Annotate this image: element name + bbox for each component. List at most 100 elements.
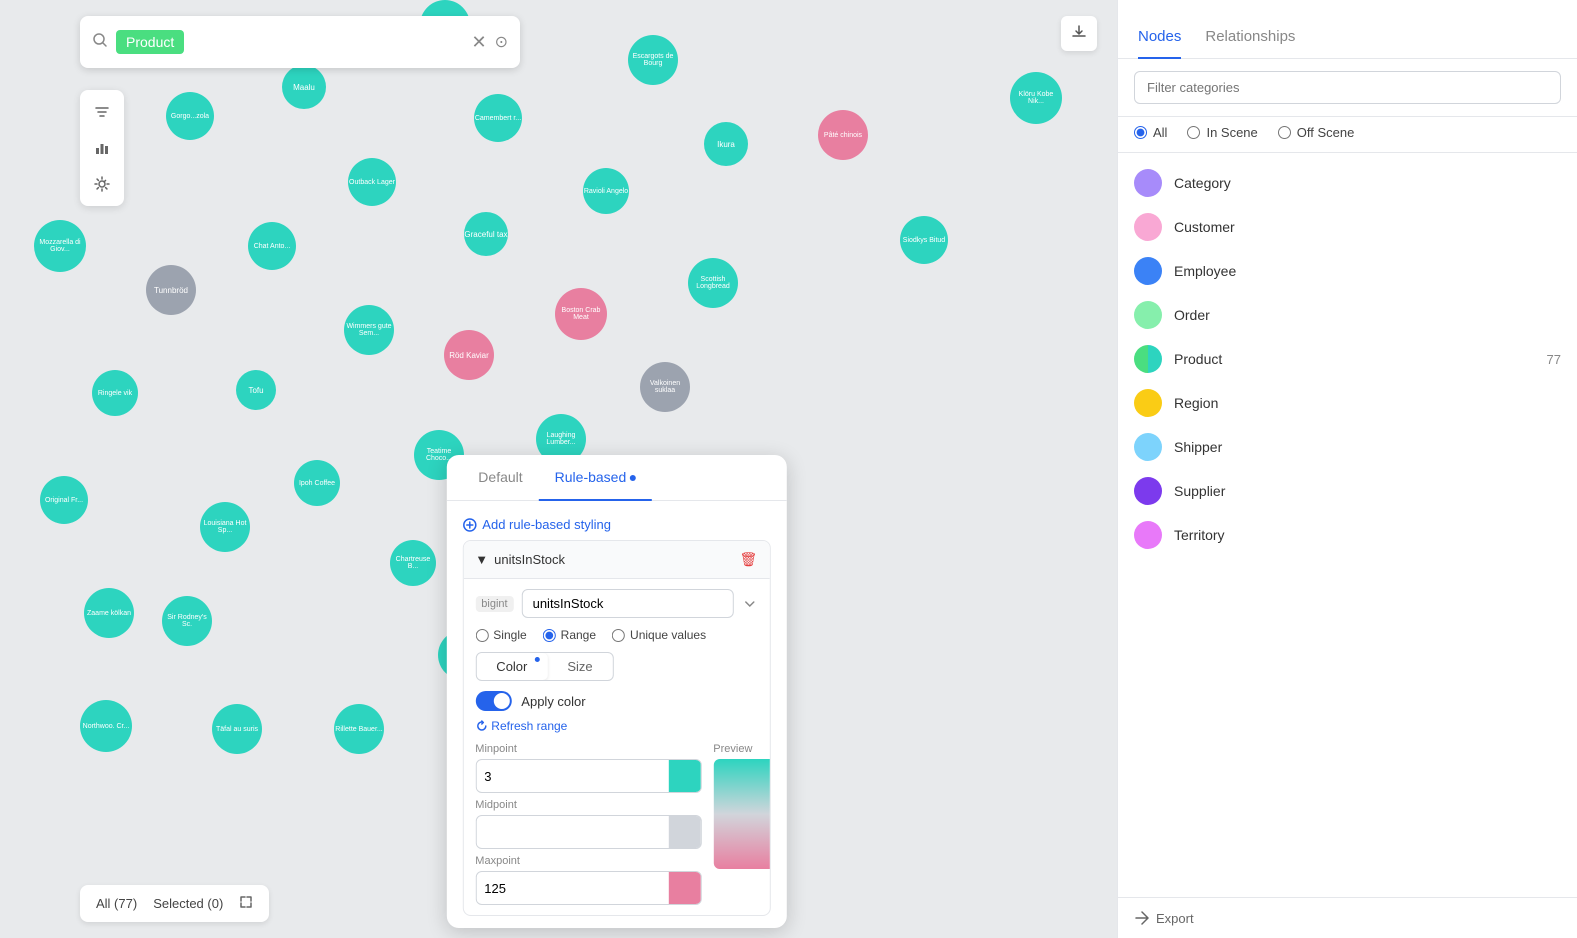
minpoint-input[interactable]: 3 <box>476 763 668 790</box>
filter-button[interactable] <box>86 96 118 128</box>
graph-node[interactable]: Ikura <box>704 122 748 166</box>
graph-node[interactable]: Sir Rodney's Sc. <box>162 596 212 646</box>
category-item-order[interactable]: Order <box>1118 293 1577 337</box>
graph-node[interactable]: Northwoo. Cr... <box>80 700 132 752</box>
midpoint-color-swatch[interactable] <box>668 816 700 848</box>
graph-node[interactable]: Maalu <box>282 65 326 109</box>
graph-canvas[interactable]: Product ✕ ⊙ Ikagll lill Escargots de Bou… <box>0 0 1117 938</box>
category-name: Territory <box>1174 527 1561 543</box>
chart-button[interactable] <box>86 132 118 164</box>
apply-color-toggle[interactable] <box>475 691 511 711</box>
graph-node[interactable]: Pâté chinois <box>818 110 868 160</box>
category-item-territory[interactable]: Territory <box>1118 513 1577 557</box>
graph-node[interactable]: Camembert r... <box>474 94 522 142</box>
category-count: 77 <box>1547 352 1561 367</box>
graph-node[interactable]: Klöru Kobe Nik... <box>1010 72 1062 124</box>
toggle-row: Apply color <box>475 691 757 711</box>
graph-node[interactable]: Escargots de Bourg <box>628 35 678 85</box>
minpoint-label: Minpoint <box>475 743 701 755</box>
radio-unique[interactable]: Unique values <box>612 628 706 642</box>
rule-title: ▼ unitsInStock <box>475 552 565 567</box>
expand-button[interactable] <box>239 895 253 912</box>
all-count: All (77) <box>96 896 137 911</box>
filter-input[interactable] <box>1134 71 1561 104</box>
graph-node[interactable]: Graceful tax <box>464 212 508 256</box>
sub-tab-color[interactable]: Color <box>476 653 547 680</box>
category-name: Region <box>1174 395 1561 411</box>
maxpoint-input[interactable]: 125 <box>476 875 668 902</box>
category-item-employee[interactable]: Employee <box>1118 249 1577 293</box>
graph-node[interactable]: Chartreuse B... <box>390 540 436 586</box>
category-color-dot <box>1134 345 1162 373</box>
field-type-badge: bigint <box>475 596 513 612</box>
category-name: Order <box>1174 307 1561 323</box>
categories-list: Category Customer Employee Order Product 77 Re… <box>1118 153 1577 897</box>
settings-button[interactable] <box>86 168 118 200</box>
category-color-dot <box>1134 521 1162 549</box>
export-button[interactable]: Export <box>1134 910 1194 926</box>
panel-footer: Export <box>1118 897 1577 938</box>
category-item-region[interactable]: Region <box>1118 381 1577 425</box>
tab-rule-based[interactable]: Rule-based <box>539 455 653 501</box>
radio-off-scene[interactable]: Off Scene <box>1278 125 1355 140</box>
radio-single[interactable]: Single <box>475 628 526 642</box>
search-icon <box>92 32 108 53</box>
add-rule-button[interactable]: Add rule-based styling <box>462 513 611 540</box>
category-name: Product <box>1174 351 1535 367</box>
minpoint-color-swatch[interactable] <box>668 760 700 792</box>
graph-node[interactable]: Mozzarella di Giov... <box>34 220 86 272</box>
graph-node[interactable]: Outback Lager <box>348 158 396 206</box>
graph-node[interactable]: Zaame kölkan <box>84 588 134 638</box>
rule-header: ▼ unitsInStock 🗑 <box>463 541 769 579</box>
graph-node[interactable]: Tofu <box>236 370 276 410</box>
filter-input-wrap <box>1118 59 1577 117</box>
graph-node[interactable]: Original Fr... <box>40 476 88 524</box>
search-tag[interactable]: Product <box>116 30 184 54</box>
graph-node[interactable]: Boston Crab Meat <box>555 288 607 340</box>
category-item-shipper[interactable]: Shipper <box>1118 425 1577 469</box>
tab-default[interactable]: Default <box>462 455 538 501</box>
sub-tabs: Color Size <box>475 652 613 681</box>
panel-header: Nodes Relationships <box>1118 0 1577 59</box>
category-name: Employee <box>1174 263 1561 279</box>
graph-node[interactable]: Tunnbröd <box>146 265 196 315</box>
maxpoint-color-swatch[interactable] <box>668 872 700 904</box>
graph-node[interactable]: Siodkys Bitud <box>900 216 948 264</box>
radio-range[interactable]: Range <box>543 628 596 642</box>
rule-delete-button[interactable]: 🗑 <box>740 551 758 568</box>
graph-node[interactable]: Valkoinen suklaa <box>640 362 690 412</box>
category-item-supplier[interactable]: Supplier <box>1118 469 1577 513</box>
rule-panel: Default Rule-based Add rule-based stylin… <box>446 455 786 928</box>
graph-node[interactable]: Ravioli Angelo <box>583 168 629 214</box>
radio-in-scene[interactable]: In Scene <box>1187 125 1257 140</box>
graph-node[interactable]: Täfal au suris <box>212 704 262 754</box>
graph-node[interactable]: Röd Kaviar <box>444 330 494 380</box>
graph-node[interactable]: Gorgo...zola <box>166 92 214 140</box>
category-color-dot <box>1134 477 1162 505</box>
category-name: Category <box>1174 175 1561 191</box>
radio-all[interactable]: All <box>1134 125 1167 140</box>
graph-node[interactable]: Chat Anto... <box>248 222 296 270</box>
search-target-button[interactable]: ⊙ <box>495 32 508 52</box>
graph-node[interactable]: Ipoh Coffee <box>294 460 340 506</box>
category-color-dot <box>1134 169 1162 197</box>
category-item-customer[interactable]: Customer <box>1118 205 1577 249</box>
category-item-category[interactable]: Category <box>1118 161 1577 205</box>
graph-node[interactable]: Louisiana Hot Sp... <box>200 502 250 552</box>
sub-tab-size[interactable]: Size <box>547 653 612 680</box>
tab-relationships[interactable]: Relationships <box>1205 16 1295 59</box>
search-clear-button[interactable]: ✕ <box>472 32 487 53</box>
dropdown-arrow-icon <box>741 596 757 612</box>
graph-node[interactable]: Wimmers gute Sem... <box>344 305 394 355</box>
graph-node[interactable]: Scottish Longbread <box>688 258 738 308</box>
preview-gradient <box>713 759 770 869</box>
download-button[interactable] <box>1061 16 1097 51</box>
category-item-product[interactable]: Product 77 <box>1118 337 1577 381</box>
tab-nodes[interactable]: Nodes <box>1138 16 1181 59</box>
graph-node[interactable]: Ringele vik <box>92 370 138 416</box>
refresh-range-button[interactable]: Refresh range <box>475 719 567 733</box>
graph-node[interactable]: Rillette Bauer... <box>334 704 384 754</box>
panel-tabs: Nodes Relationships <box>1138 16 1557 58</box>
field-select[interactable]: unitsInStock <box>522 589 734 618</box>
midpoint-input[interactable] <box>476 819 668 846</box>
